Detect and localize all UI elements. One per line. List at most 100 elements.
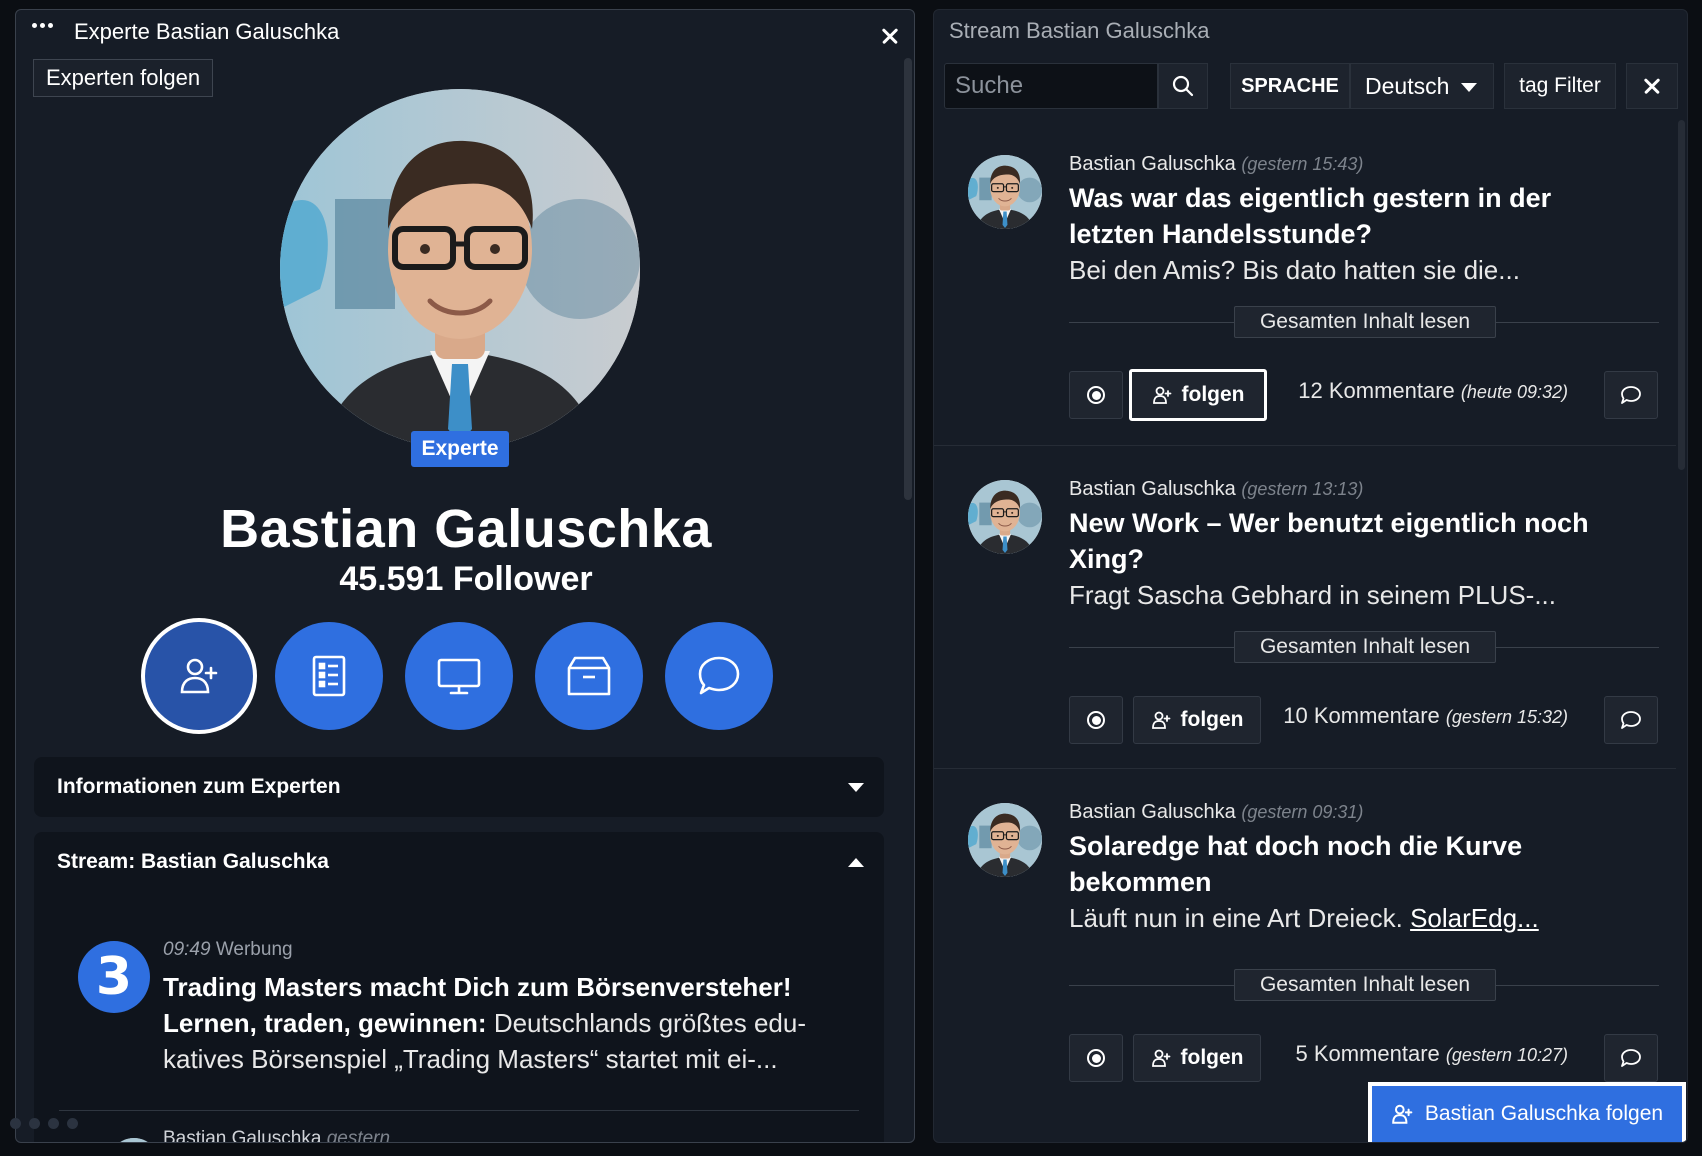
search-input[interactable] [944,63,1158,109]
post-title[interactable]: Was war das eigentlich gestern in der le… [1069,180,1629,252]
clear-filter-icon[interactable] [1626,63,1678,109]
post-excerpt-text: Läuft nun in eine Art Dreieck. [1069,903,1411,933]
follow-post-button[interactable]: folgen [1129,369,1267,421]
post-excerpt-text: Fragt Sascha Gebhard in seinem PLUS-... [1069,580,1557,610]
chat-bubble-icon [698,656,740,695]
stream-post: Bastian Galuschka (gestern 09:31) Solare… [934,768,1676,1088]
post-title[interactable]: Solaredge hat doch noch die Kurve bekomm… [1069,828,1629,900]
expert-name: Bastian Galuschka [220,499,712,559]
read-more-button[interactable]: Gesamten Inhalt lesen [1234,306,1496,338]
webinars-button[interactable] [405,622,513,730]
follow-user-button[interactable] [145,622,253,730]
expert-stream-accordion: Stream: Bastian Galuschka 3 09:49 Werbun… [34,832,884,1143]
follow-post-button[interactable]: folgen [1133,1034,1261,1082]
follow-post-button[interactable]: folgen [1133,696,1261,744]
follow-user-icon [180,658,218,694]
chevron-up-icon[interactable] [848,858,864,867]
ad-title[interactable]: Trading Masters macht Dich zum Börsenver… [163,969,863,1005]
search-icon [1172,75,1194,97]
comment-count[interactable]: 5 Kommentare (gestern 10:27) [1296,1041,1569,1067]
expert-panel-header: Experte Bastian Galuschka [16,10,914,52]
ad-time: 09:49 [163,939,211,960]
next-item-meta: Bastian Galuschka gestern [163,1128,391,1143]
chevron-down-icon [848,783,864,792]
stream-panel: Stream Bastian Galuschka SPRACHE Deutsch… [933,9,1688,1143]
stream-post: Bastian Galuschka (gestern 15:43) Was wa… [934,120,1676,445]
radio-icon [1087,1049,1105,1067]
ad-body[interactable]: Lernen, traden, gewinnen: Deutschlands g… [163,1005,863,1077]
follow-label: folgen [1181,383,1245,406]
expert-panel: Experte Bastian Galuschka Experten folge… [15,9,915,1143]
post-excerpt: Bei den Amis? Bis dato hatten sie die... [1069,252,1659,288]
monitor-icon [437,658,481,695]
comment-button[interactable] [1604,371,1658,419]
follow-label: folgen [1180,708,1244,731]
mark-button[interactable] [1069,1034,1123,1082]
comment-count-text: 5 Kommentare [1295,1041,1440,1066]
comment-count-text: 12 Kommentare [1298,378,1455,403]
ad-tag: Werbung [215,939,293,960]
search-button[interactable] [1158,63,1208,109]
author-avatar[interactable] [968,480,1042,554]
post-excerpt-link[interactable]: SolarEdg... [1410,903,1539,933]
more-options-icon[interactable] [32,23,53,28]
follow-expert-button[interactable]: Experten folgen [33,59,214,97]
comment-time: (heute 09:32) [1460,382,1568,402]
close-icon[interactable] [878,24,902,48]
follow-expert-cta-label: Bastian Galuschka folgen [1424,1102,1664,1125]
post-title[interactable]: New Work – Wer benutzt eigentlich noch X… [1069,505,1629,577]
ad-body-strong: Lernen, traden, gewinnen: [163,1008,487,1038]
next-item-time: gestern [326,1128,391,1143]
divider [59,1110,859,1111]
scrollbar[interactable] [904,58,912,500]
post-author[interactable]: Bastian Galuschka [1069,153,1236,175]
comment-time: (gestern 15:32) [1445,707,1568,727]
comment-button[interactable] [1604,1034,1658,1082]
post-excerpt-text: Bei den Amis? Bis dato hatten sie die... [1069,255,1520,285]
expert-stream-title[interactable]: Stream: Bastian Galuschka [57,850,329,874]
chat-bubble-icon [1621,386,1641,404]
follow-user-icon [1152,386,1171,404]
scrollbar[interactable] [1678,120,1685,470]
radio-icon [1087,386,1105,404]
post-meta: Bastian Galuschka (gestern 15:43) [1069,153,1363,176]
read-more-button[interactable]: Gesamten Inhalt lesen [1234,969,1496,1001]
stream-post: Bastian Galuschka (gestern 13:13) New Wo… [934,445,1676,770]
author-avatar[interactable] [968,155,1042,229]
articles-button[interactable] [275,622,383,730]
chevron-down-icon [1461,83,1477,92]
post-author[interactable]: Bastian Galuschka [1069,801,1236,823]
tag-filter-button[interactable]: tag Filter [1504,63,1616,109]
mark-button[interactable] [1069,696,1123,744]
read-more-button[interactable]: Gesamten Inhalt lesen [1234,631,1496,663]
mark-button[interactable] [1069,371,1123,419]
author-avatar[interactable] [968,803,1042,877]
language-value: Deutsch [1365,72,1450,99]
post-meta: Bastian Galuschka (gestern 09:31) [1069,801,1363,824]
advertiser-logo: 3 [78,941,150,1013]
language-label: SPRACHE [1230,63,1350,109]
comment-count[interactable]: 10 Kommentare (gestern 15:32) [1283,703,1568,729]
post-time: (gestern 09:31) [1241,802,1364,822]
post-author[interactable]: Bastian Galuschka [1069,478,1236,500]
panel-dots [10,1118,78,1129]
comment-time: (gestern 10:27) [1445,1045,1568,1065]
expert-panel-title: Experte Bastian Galuschka [74,19,340,44]
post-time: (gestern 15:43) [1241,154,1364,174]
article-list-icon [312,655,346,697]
post-meta: Bastian Galuschka (gestern 13:13) [1069,478,1363,501]
follower-count: 45.591 Follower [339,560,593,598]
language-select[interactable]: Deutsch [1350,63,1494,109]
follow-expert-cta-button[interactable]: Bastian Galuschka folgen [1372,1086,1682,1142]
stream-panel-title: Stream Bastian Galuschka [949,18,1210,43]
expert-info-accordion[interactable]: Informationen zum Experten [34,757,884,817]
follow-label: folgen [1180,1046,1244,1069]
author-avatar [109,1138,159,1142]
follow-user-icon [1151,1049,1170,1067]
comment-count[interactable]: 12 Kommentare (heute 09:32) [1298,378,1568,404]
archive-box-icon [567,656,611,696]
post-excerpt: Läuft nun in eine Art Dreieck. SolarEdg.… [1069,900,1659,936]
comment-button[interactable] [1604,696,1658,744]
archive-button[interactable] [535,622,643,730]
chat-button[interactable] [665,622,773,730]
